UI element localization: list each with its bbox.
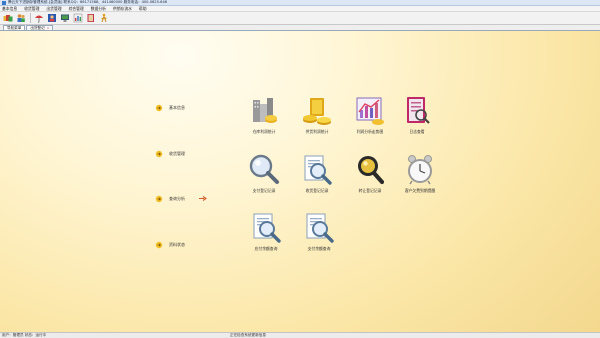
folders-icon[interactable] (2, 12, 14, 24)
magnifier-icon (249, 154, 279, 184)
status-bar: 用户：管理员 状态：运行中 正在检查系统更新信息 (0, 332, 600, 338)
nav-category-receiving[interactable]: 收货管理 (155, 150, 185, 158)
nav-category-label: 基本信息 (169, 105, 185, 110)
menu-basic-info[interactable]: 基本信息 (2, 6, 17, 12)
tile-label: 日志查看 (409, 129, 425, 134)
tile-label: 收货登记记录 (305, 188, 329, 193)
tile-payment-record[interactable]: 支付登记记录 (234, 153, 294, 194)
selected-arrow-icon (199, 196, 207, 201)
trend-chart-icon (356, 97, 384, 125)
window-title: 腾云天下进销存管理系统-[会员版] 联系QQ：86171588、44146000… (8, 0, 168, 4)
tile-label: 仓库利润统计 (252, 129, 276, 134)
tile-supplier-profit[interactable]: 供货利润统计 (287, 94, 347, 135)
book-icon[interactable] (85, 12, 97, 24)
tile-label: 应付余额查询 (254, 246, 278, 251)
tile-label: 支付余额查询 (307, 246, 331, 251)
doc-search-icon (253, 213, 281, 243)
nav-category-data-status[interactable]: 资料状态 (155, 241, 185, 249)
menu-analysis[interactable]: 数据分析 (91, 6, 106, 12)
alarm-clock-icon (408, 155, 432, 185)
bullet-icon (155, 150, 163, 158)
menu-general[interactable]: 综合管理 (69, 6, 84, 12)
bullet-icon (155, 104, 163, 112)
tab-label: 出货登记 (30, 25, 45, 30)
tile-payment-balance[interactable]: 支付余额查询 (289, 211, 349, 252)
umbrella-icon[interactable] (33, 12, 45, 24)
log-book-icon (407, 97, 430, 124)
app-icon (2, 0, 6, 5)
nav-category-label: 资料状态 (169, 242, 185, 247)
nav-category-label: 查询分析 (169, 196, 185, 201)
tab-label: 导航菜单 (7, 25, 22, 30)
menu-receiving[interactable]: 收货管理 (24, 6, 39, 12)
tile-label: 转让登记记录 (358, 188, 382, 193)
contacts-icon[interactable] (46, 12, 58, 24)
nav-category-query-analysis[interactable]: 查询分析 (155, 195, 185, 203)
tile-overdue-reminder[interactable]: 客户欠费到期提醒 (390, 153, 450, 194)
tile-label: 供货利润统计 (305, 129, 329, 134)
tab-navigation-menu[interactable]: 导航菜单 (3, 25, 26, 30)
tile-label: 支付登记记录 (252, 188, 276, 193)
toolbar-separator (30, 13, 31, 23)
tile-warehouse-profit[interactable]: 仓库利润统计 (234, 94, 294, 135)
tile-receiving-record[interactable]: 收货登记记录 (287, 153, 347, 194)
status-user: 用户：管理员 状态：运行中 (2, 333, 47, 337)
tile-log-view[interactable]: 日志查看 (387, 94, 447, 135)
gold-coins-icon (303, 98, 331, 125)
menu-help[interactable]: 帮助 (139, 6, 147, 12)
tile-label: 客户欠费到期提醒 (404, 188, 436, 193)
navigation-panel: 基本信息 收货管理 查询分析 资料状态 仓库利润统计 供货利润统计 利润分析走势… (0, 31, 600, 332)
toolbar (0, 12, 600, 25)
exit-icon[interactable] (98, 12, 110, 24)
chart-icon[interactable] (72, 12, 84, 24)
bullet-icon (155, 195, 163, 203)
menu-shipping[interactable]: 出货管理 (46, 6, 61, 12)
close-icon[interactable]: × (47, 26, 50, 30)
dark-magnifier-icon (358, 156, 385, 185)
status-message: 正在检查系统更新信息 (230, 333, 266, 337)
tile-payable-balance[interactable]: 应付余额查询 (236, 211, 296, 252)
doc-search-icon (304, 155, 332, 185)
menu-flow[interactable]: 供销存流水 (113, 6, 132, 12)
buildings-icon (253, 98, 277, 123)
user-group-icon[interactable] (15, 12, 27, 24)
bullet-icon (155, 241, 163, 249)
tab-shipping-record[interactable]: 出货登记 × (26, 25, 54, 30)
monitor-icon[interactable] (59, 12, 71, 24)
doc-search-icon (306, 213, 334, 243)
nav-category-basic-info[interactable]: 基本信息 (155, 104, 185, 112)
nav-category-label: 收货管理 (169, 151, 185, 156)
tile-label: 利润分析走势图 (356, 129, 384, 134)
